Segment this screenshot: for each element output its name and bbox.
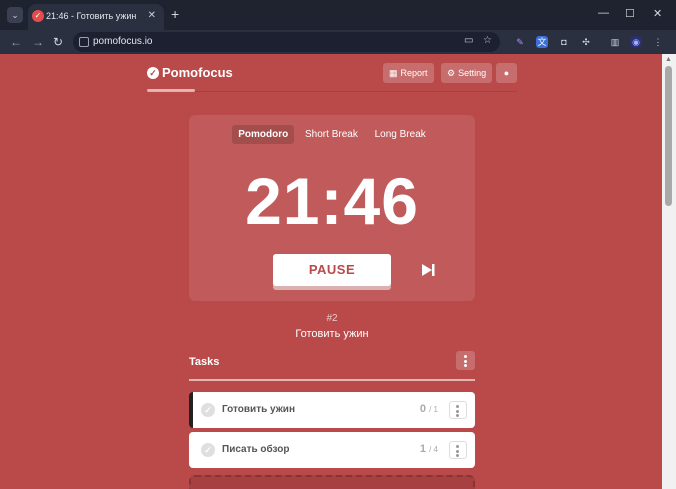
setting-label: Setting — [458, 68, 487, 78]
tab-short-break[interactable]: Short Break — [299, 125, 364, 144]
tab-favicon-icon: ✓ — [32, 10, 44, 22]
logo-check-icon: ✓ — [147, 67, 159, 79]
profile-avatar-icon[interactable]: ◉ — [630, 36, 642, 48]
chart-icon: ▦ — [389, 68, 398, 78]
header-active-underline — [147, 89, 195, 92]
user-icon: ● — [503, 68, 510, 78]
task-item[interactable]: ✓ Готовить ужин 0 / 1 — [189, 392, 475, 428]
close-window-icon[interactable]: ✕ — [653, 7, 662, 20]
task-done-count: 0 — [419, 403, 427, 415]
tasks-heading: Tasks — [189, 356, 220, 368]
task-menu-button[interactable] — [449, 441, 467, 459]
cast-icon[interactable]: ▭ — [464, 35, 473, 46]
site-info-icon[interactable] — [79, 37, 89, 47]
tab-close-icon[interactable]: ✕ — [148, 10, 156, 21]
setting-button[interactable]: ⚙ Setting — [441, 63, 493, 83]
gear-icon: ⚙ — [447, 68, 456, 78]
browser-tab[interactable]: ✓ 21:46 - Готовить ужин ✕ — [28, 4, 164, 30]
task-check-icon[interactable]: ✓ — [201, 443, 215, 457]
page-scrollbar[interactable]: ▲ — [662, 54, 676, 489]
extension-feather-icon[interactable]: ✎ — [514, 36, 526, 48]
app-logo[interactable]: Pomofocus — [162, 65, 233, 80]
new-tab-icon[interactable]: + — [171, 6, 179, 22]
timer-card: Pomodoro Short Break Long Break 21:46 PA… — [189, 115, 475, 301]
task-pomodoro-count: 0 / 1 — [420, 403, 438, 415]
header-divider — [147, 91, 517, 92]
bookmark-star-icon[interactable]: ☆ — [483, 35, 492, 46]
extension-translate-icon[interactable]: 文 — [536, 36, 548, 48]
tab-pomodoro[interactable]: Pomodoro — [232, 125, 295, 144]
scroll-up-icon[interactable]: ▲ — [665, 56, 672, 63]
timer-display: 21:46 — [245, 164, 419, 238]
tab-title: 21:46 - Готовить ужин — [46, 11, 137, 21]
report-label: Report — [400, 68, 428, 78]
pause-button[interactable]: PAUSE — [273, 254, 391, 286]
task-name: Писать обзор — [222, 444, 290, 455]
scroll-thumb[interactable] — [665, 66, 672, 206]
maximize-icon[interactable]: ☐ — [625, 7, 635, 20]
task-total-count: / 1 — [429, 405, 438, 414]
add-task-button[interactable] — [189, 475, 475, 489]
extensions-puzzle-icon[interactable]: ✣ — [580, 36, 592, 48]
task-item[interactable]: ✓ Писать обзор 1 / 4 — [189, 432, 475, 468]
session-number: #2 — [326, 313, 338, 324]
tasks-menu-button[interactable] — [456, 351, 475, 370]
pomofocus-page: ✓ Pomofocus ▦ Report ⚙ Setting ● Pomodoro … — [0, 54, 662, 489]
task-name: Готовить ужин — [222, 404, 295, 415]
task-pomodoro-count: 1 / 4 — [420, 443, 438, 455]
back-icon[interactable]: ← — [10, 35, 22, 49]
browser-tab-bar: ⌄ ✓ 21:46 - Готовить ужин ✕ + — ☐ ✕ — [0, 0, 676, 30]
tasks-divider — [189, 379, 475, 381]
current-task-label: Готовить ужин — [295, 328, 369, 340]
task-total-count: / 4 — [429, 445, 438, 454]
account-button[interactable]: ● — [496, 63, 517, 83]
address-bar[interactable]: pomofocus.io ▭ ☆ — [73, 32, 500, 52]
tab-search-icon[interactable]: ⌄ — [7, 7, 23, 23]
app-header: ✓ Pomofocus ▦ Report ⚙ Setting ● — [147, 54, 517, 92]
forward-icon[interactable]: → — [32, 35, 44, 49]
url-text: pomofocus.io — [93, 36, 153, 47]
task-done-count: 1 — [419, 443, 427, 455]
report-button[interactable]: ▦ Report — [383, 63, 434, 83]
mode-tabs: Pomodoro Short Break Long Break — [189, 125, 475, 144]
task-menu-button[interactable] — [449, 401, 467, 419]
kebab-menu-icon — [456, 445, 459, 459]
reload-icon[interactable]: ↻ — [53, 35, 63, 49]
kebab-menu-icon — [464, 355, 467, 369]
tab-long-break[interactable]: Long Break — [369, 125, 432, 144]
kebab-menu-icon — [456, 405, 459, 419]
browser-toolbar: ← → ↻ pomofocus.io ▭ ☆ ✎ 文 ◘ ✣ ▥ ◉ ⋮ — [0, 30, 676, 54]
browser-menu-icon[interactable]: ⋮ — [652, 36, 664, 48]
minimize-icon[interactable]: — — [598, 7, 609, 19]
task-check-icon[interactable]: ✓ — [201, 403, 215, 417]
skip-next-icon[interactable] — [420, 262, 436, 278]
side-panel-icon[interactable]: ▥ — [609, 36, 621, 48]
extension-camera-icon[interactable]: ◘ — [558, 36, 570, 48]
